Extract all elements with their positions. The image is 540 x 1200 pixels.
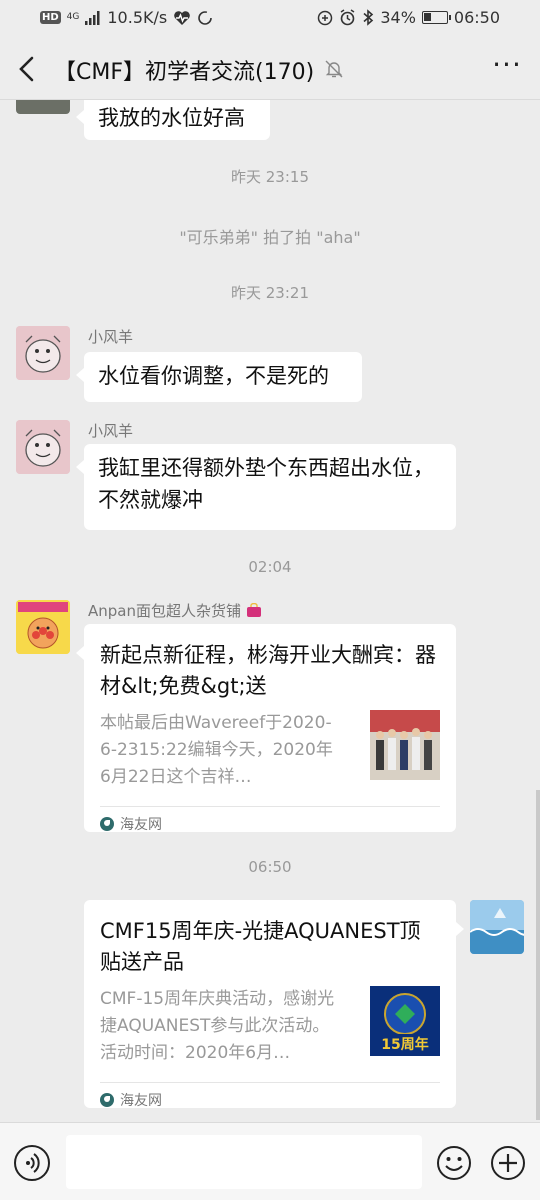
avatar[interactable] — [16, 100, 70, 114]
hd-badge: HD — [40, 11, 61, 24]
avatar[interactable] — [16, 600, 70, 654]
timestamp: 昨天 23:15 — [231, 168, 309, 186]
back-button[interactable] — [12, 52, 44, 86]
chat-area[interactable]: 我放的水位好高 昨天 23:15 "可乐弟弟" 拍了拍 "aha" 昨天 23:… — [0, 100, 540, 1122]
card-title: 新起点新征程，彬海开业大酬宾：器材&lt;免费&gt;送 — [100, 643, 436, 698]
plus-icon — [491, 1146, 525, 1180]
link-card[interactable]: CMF15周年庆-光捷AQUANEST顶贴送产品 CMF-15周年庆典活动，感谢… — [84, 900, 464, 1109]
sender-name: 小风羊 — [88, 422, 134, 440]
network-label: 4G — [66, 12, 80, 22]
status-bar: HD 4G 10.5K/s 34% 06:50 — [0, 0, 540, 38]
card-body: CMF-15周年庆典活动，感谢光捷AQUANEST参与此次活动。活动时间：202… — [100, 986, 440, 1068]
sender-name: 小风羊 — [88, 328, 134, 346]
voice-icon — [26, 1153, 40, 1173]
voice-button[interactable] — [14, 1145, 50, 1181]
battery-icon — [421, 11, 451, 24]
card-source: 海友网 — [100, 806, 440, 840]
signal-icon — [85, 10, 100, 25]
emoji-button[interactable] — [436, 1145, 472, 1181]
message-bubble[interactable]: 我缸里还得额外垫个东西超出水位，不然就爆冲 — [76, 444, 456, 530]
message-text: 我缸里还得额外垫个东西超出水位，不然就爆冲 — [98, 456, 434, 512]
avatar[interactable] — [16, 326, 70, 380]
battery-percent: 34% — [380, 8, 416, 27]
timestamp: 06:50 — [248, 858, 292, 876]
source-logo-icon — [100, 816, 114, 831]
status-time: 06:50 — [453, 8, 500, 27]
message-text: 我放的水位好高 — [98, 106, 245, 130]
card-thumbnail: 15周年 — [370, 986, 440, 1056]
sender-label: Anpan面包超人杂货铺 — [88, 602, 241, 620]
card-title: CMF15周年庆-光捷AQUANEST顶贴送产品 — [100, 919, 421, 974]
plus-button[interactable] — [490, 1145, 526, 1181]
nfc-icon — [318, 10, 333, 25]
bell-muted-icon — [323, 58, 345, 80]
chat-header: 【CMF】初学者交流(170) ··· — [0, 38, 540, 100]
timestamp: 02:04 — [248, 558, 292, 576]
shop-bag-icon — [246, 602, 261, 617]
card-description: CMF-15周年庆典活动，感谢光捷AQUANEST参与此次活动。活动时间：202… — [100, 989, 335, 1063]
message-input[interactable] — [66, 1135, 422, 1189]
sync-icon — [198, 10, 213, 25]
alarm-icon — [340, 9, 355, 26]
card-source: 海友网 — [100, 1082, 440, 1116]
thumbnail-label: 15周年 — [381, 1037, 429, 1053]
card-body: 本帖最后由Wavereef于2020-6-2315:22编辑今天，2020年6月… — [100, 710, 440, 792]
scrollbar[interactable] — [536, 790, 540, 1120]
pat-notice: "可乐弟弟" 拍了拍 "aha" — [179, 228, 361, 247]
avatar[interactable] — [16, 420, 70, 474]
message-bubble[interactable]: 我放的水位好高 — [76, 100, 270, 140]
battery-fill — [423, 13, 431, 21]
sender-name: Anpan面包超人杂货铺 — [88, 600, 262, 621]
chat-title[interactable]: 【CMF】初学者交流(170) — [54, 54, 314, 86]
input-bar — [0, 1122, 540, 1200]
timestamp: 昨天 23:21 — [231, 284, 309, 302]
network-speed: 10.5K/s — [107, 8, 168, 27]
message-bubble[interactable]: 水位看你调整，不是死的 — [76, 352, 362, 402]
card-description: 本帖最后由Wavereef于2020-6-2315:22编辑今天，2020年6月… — [100, 713, 333, 787]
source-label: 海友网 — [120, 816, 162, 833]
message-text: 水位看你调整，不是死的 — [98, 364, 329, 388]
source-label: 海友网 — [120, 1092, 162, 1109]
avatar[interactable] — [470, 900, 524, 954]
health-icon — [174, 10, 191, 25]
status-left: HD 4G 10.5K/s — [40, 8, 213, 27]
link-card[interactable]: 新起点新征程，彬海开业大酬宾：器材&lt;免费&gt;送 本帖最后由Wavere… — [76, 624, 456, 833]
status-right: 34% 06:50 — [317, 8, 500, 27]
more-button[interactable]: ··· — [492, 51, 522, 82]
card-thumbnail — [370, 710, 440, 780]
source-logo-icon — [100, 1092, 114, 1107]
chevron-left-icon — [19, 56, 34, 82]
emoji-icon — [437, 1146, 471, 1180]
bluetooth-icon — [363, 9, 374, 26]
